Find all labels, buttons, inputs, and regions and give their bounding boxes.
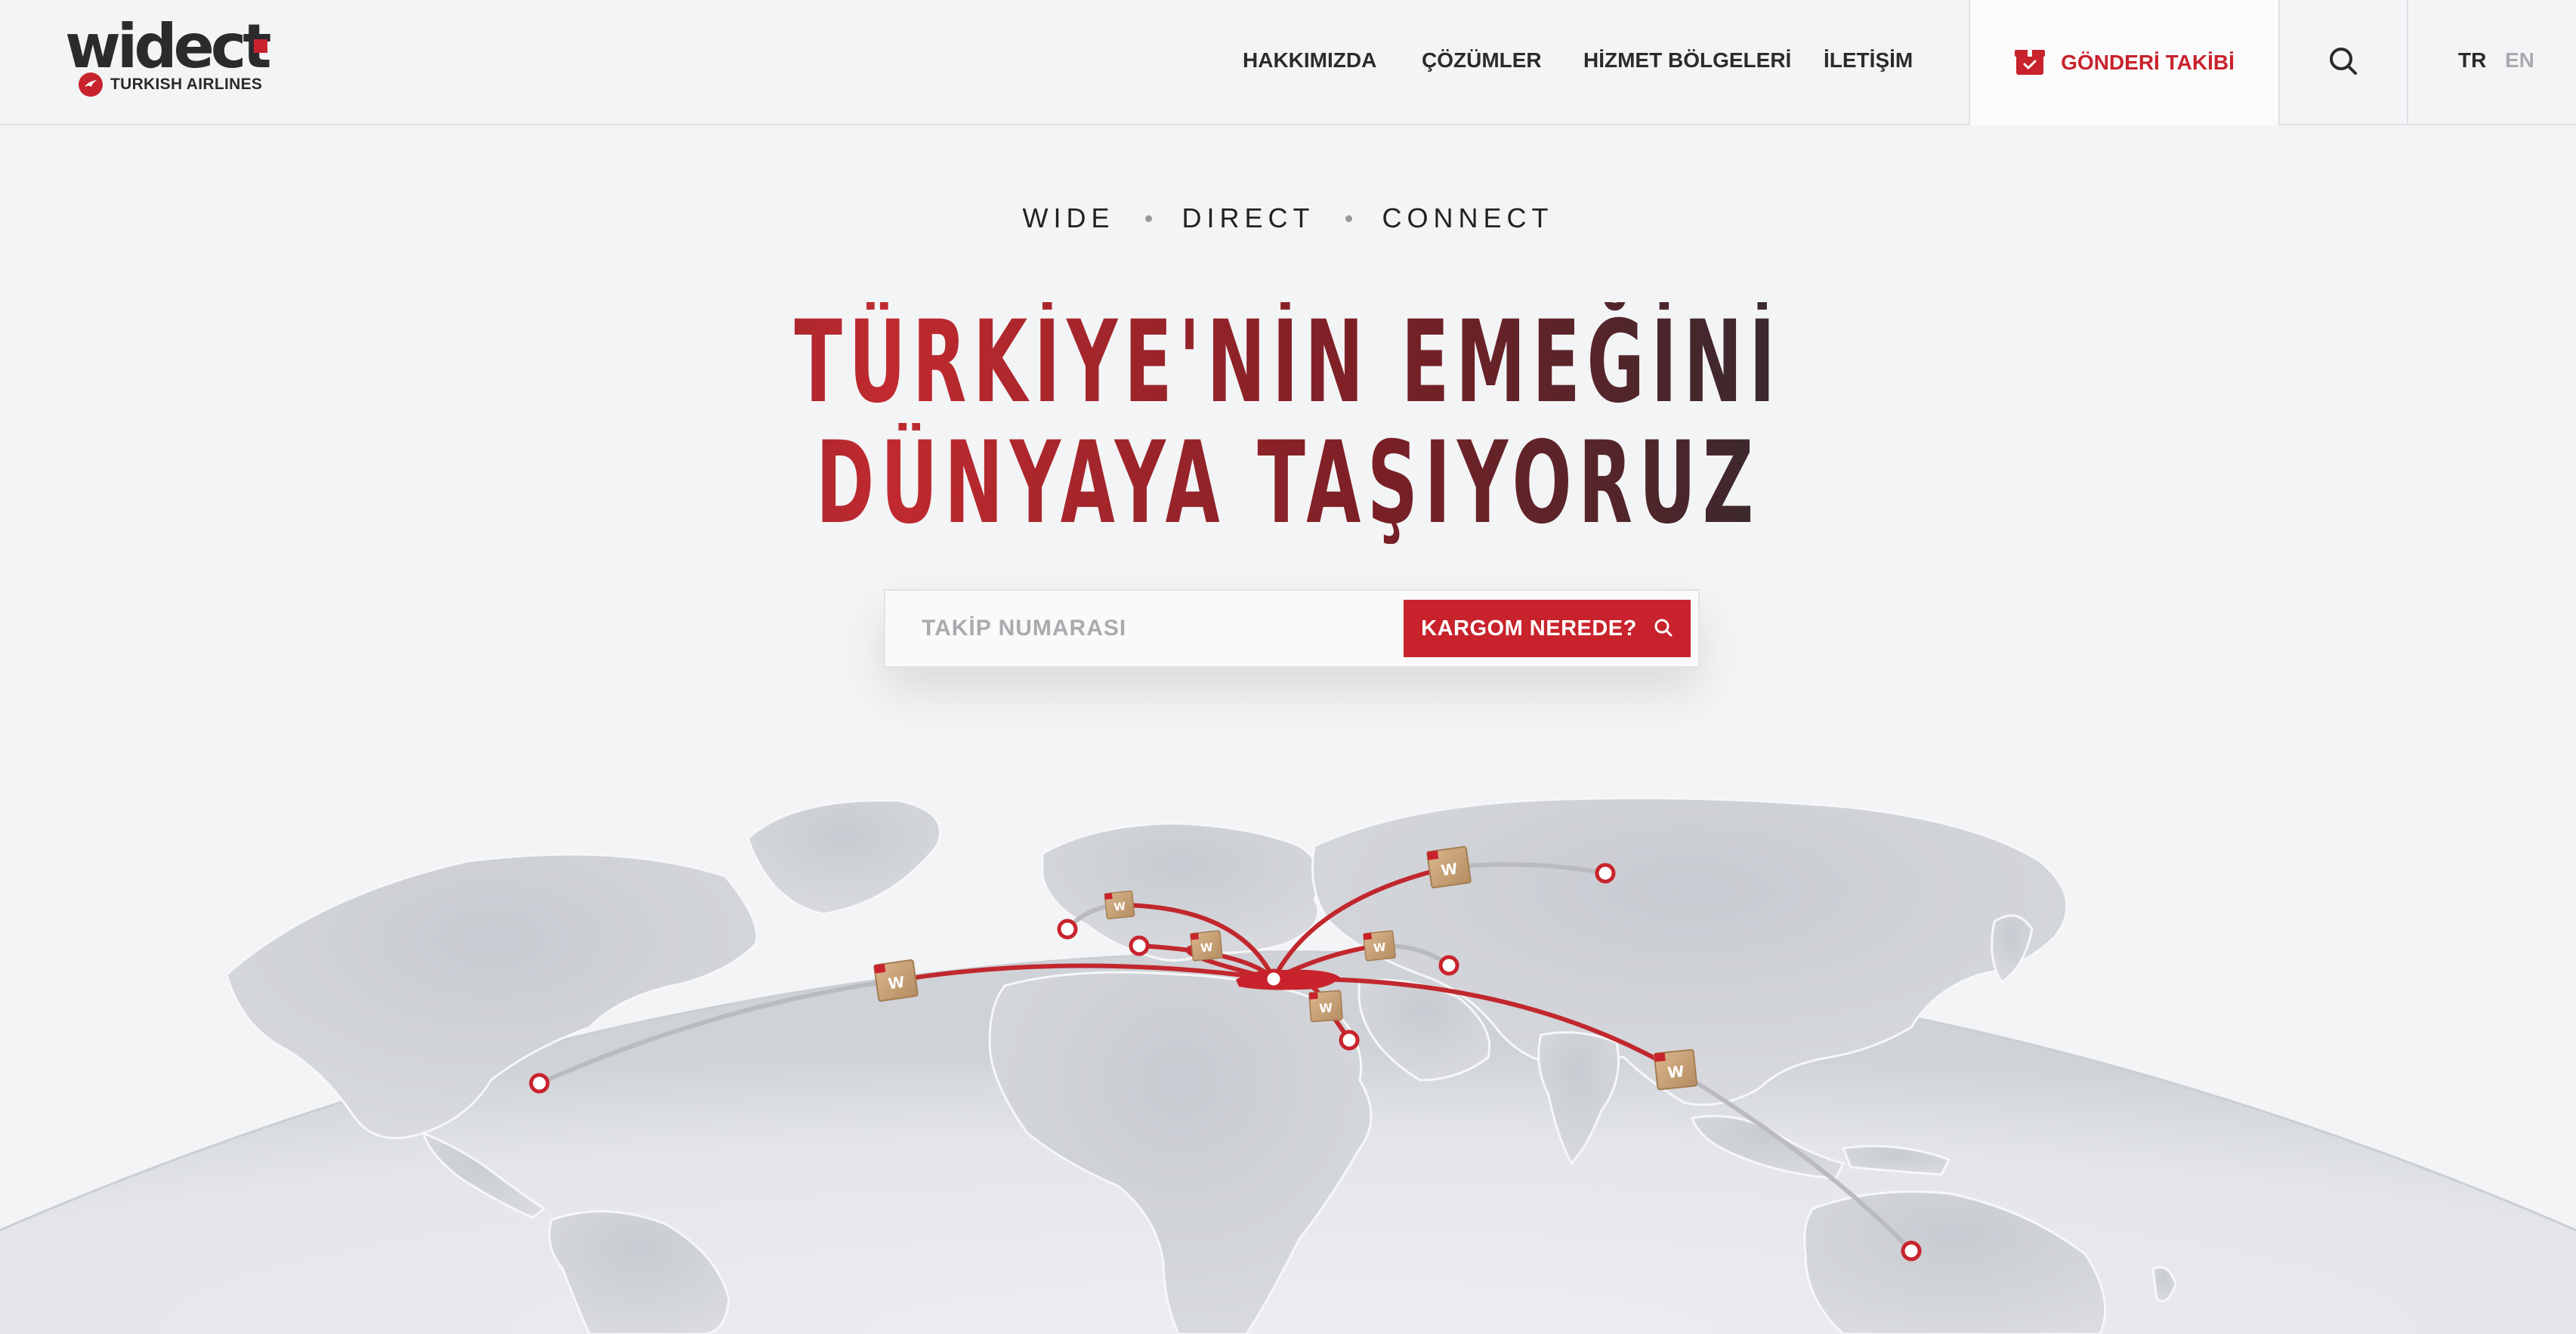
- cargo-tracking-form: KARGOM NEREDE?: [884, 589, 1700, 668]
- nav-item-about[interactable]: HAKKIMIZDA: [1243, 48, 1376, 73]
- destination-pin-london: [1059, 921, 1076, 937]
- tagline-word-direct: DIRECT: [1181, 202, 1315, 233]
- origin-pin-istanbul: [1265, 971, 1282, 987]
- destination-pin-middle-east: [1341, 1032, 1357, 1048]
- logo-accent-square: [254, 39, 267, 53]
- where-is-my-cargo-label: KARGOM NEREDE?: [1421, 616, 1637, 641]
- destination-pin-caspian: [1441, 957, 1457, 974]
- cargo-package-icon: [1653, 1048, 1698, 1091]
- tagline-separator: [1144, 215, 1152, 222]
- search-icon: [1654, 618, 1673, 640]
- site-header: widect TURKISH AIRLINES HAKKIMIZDA ÇÖZÜM…: [0, 0, 2576, 125]
- cargo-package-icon: [873, 959, 919, 1002]
- cargo-package-icon: [1425, 845, 1472, 889]
- tagline-word-wide: WIDE: [1022, 202, 1115, 233]
- turkish-airlines-bird-icon: [79, 73, 103, 97]
- shipment-tracking-button[interactable]: GÖNDERİ TAKİBİ: [1969, 0, 2280, 125]
- destination-pin-russia: [1597, 865, 1614, 882]
- tracking-number-input[interactable]: [885, 591, 1399, 666]
- where-is-my-cargo-button[interactable]: KARGOM NEREDE?: [1404, 600, 1691, 657]
- search-icon: [2327, 45, 2359, 81]
- hero-headline: TÜRKİYE'NİN EMEĞİNİ DÜNYAYA TAŞIYORUZ: [490, 302, 2086, 544]
- language-en[interactable]: EN: [2505, 48, 2534, 73]
- partner-badge: TURKISH AIRLINES: [79, 71, 262, 98]
- headline-line-1: TÜRKİYE'NİN EMEĞİNİ: [490, 302, 2086, 423]
- tagline-word-connect: CONNECT: [1382, 202, 1554, 233]
- widect-logo[interactable]: widect TURKISH AIRLINES: [65, 17, 276, 100]
- cargo-package-icon: [1104, 890, 1135, 920]
- header-search-button[interactable]: [2280, 0, 2408, 125]
- cargo-package-icon: [1308, 990, 1343, 1023]
- destination-pin-north-america: [531, 1075, 548, 1092]
- tagline-separator: [1345, 215, 1352, 222]
- logo-wordmark: widect: [65, 11, 272, 82]
- world-route-map: W: [0, 797, 2576, 1334]
- cargo-package-icon: [1189, 930, 1224, 962]
- destination-pin-paris: [1131, 937, 1147, 954]
- language-tr[interactable]: TR: [2458, 48, 2486, 73]
- nav-item-contact[interactable]: İLETİŞİM: [1824, 48, 1913, 73]
- headline-line-2: DÜNYAYA TAŞIYORUZ: [490, 423, 2086, 544]
- hero-tagline: WIDE DIRECT CONNECT: [0, 202, 2576, 234]
- shipment-tracking-label: GÖNDERİ TAKİBİ: [2061, 51, 2235, 74]
- nav-item-solutions[interactable]: ÇÖZÜMLER: [1422, 48, 1542, 73]
- destination-pin-australia: [1903, 1243, 1920, 1259]
- cargo-package-icon: [1362, 930, 1397, 962]
- nav-item-service-regions[interactable]: HİZMET BÖLGELERİ: [1583, 48, 1791, 73]
- package-icon: [2014, 45, 2046, 81]
- partner-name: TURKISH AIRLINES: [110, 76, 263, 93]
